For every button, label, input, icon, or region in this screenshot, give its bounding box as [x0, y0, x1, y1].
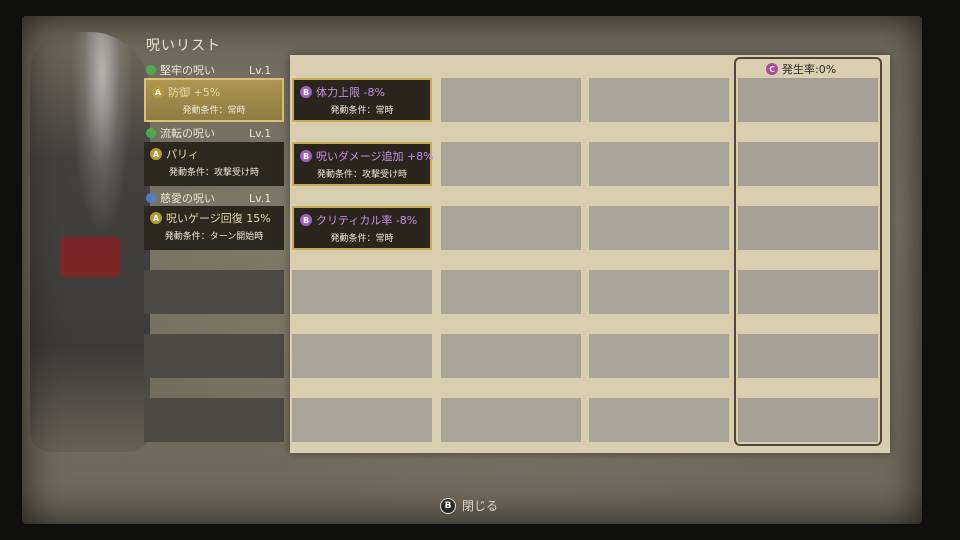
green-orb-icon [146, 65, 156, 75]
empty-slot[interactable] [738, 398, 878, 442]
empty-slot[interactable] [738, 142, 878, 186]
skill-cell-defense[interactable]: A 防御 +5% 発動条件：常時 [144, 78, 284, 122]
skill-cell-gauge-recovery[interactable]: A 呪いゲージ回復 15% 発動条件：ターン開始時 [144, 206, 284, 250]
empty-slot[interactable] [589, 270, 729, 314]
rank-b-icon: B [300, 86, 312, 98]
rank-a-icon: A [150, 212, 162, 224]
empty-slot[interactable] [441, 142, 581, 186]
b-button-icon: B [440, 497, 456, 514]
empty-slot[interactable] [144, 398, 284, 442]
rank-b-icon: B [300, 150, 312, 162]
page-title: 呪いリスト [146, 38, 221, 54]
rank-a-icon: A [150, 148, 162, 160]
empty-slot[interactable] [589, 334, 729, 378]
empty-slot[interactable] [738, 78, 878, 122]
empty-slot[interactable] [589, 206, 729, 250]
curse-cell[interactable]: B 体力上限 -8% 発動条件：常時 [292, 78, 432, 122]
empty-slot[interactable] [589, 398, 729, 442]
empty-slot[interactable] [292, 398, 432, 442]
empty-slot[interactable] [441, 206, 581, 250]
empty-slot[interactable] [589, 78, 729, 122]
empty-slot[interactable] [738, 334, 878, 378]
group-header-1: 堅牢の呪い Lv.1 [146, 62, 271, 78]
skill-cell-parry[interactable]: A パリィ 発動条件：攻撃受け時 [144, 142, 284, 186]
empty-slot[interactable] [738, 206, 878, 250]
empty-slot[interactable] [589, 142, 729, 186]
empty-slot[interactable] [441, 78, 581, 122]
empty-slot[interactable] [292, 270, 432, 314]
empty-slot[interactable] [292, 334, 432, 378]
rank-b-icon: B [300, 214, 312, 226]
rank-c-icon: C [766, 63, 778, 75]
group-header-3: 慈愛の呪い Lv.1 [146, 190, 271, 206]
empty-slot[interactable] [441, 334, 581, 378]
close-button[interactable]: B 閉じる [440, 497, 498, 514]
empty-slot[interactable] [738, 270, 878, 314]
curse-cell[interactable]: B 呪いダメージ追加 +8% 発動条件：攻撃受け時 [292, 142, 434, 186]
character-armor-accent [60, 237, 120, 277]
character-portrait [30, 32, 150, 452]
green-orb-icon [146, 128, 156, 138]
empty-slot[interactable] [441, 270, 581, 314]
rank-a-icon: A [152, 86, 164, 98]
blue-orb-icon [146, 193, 156, 203]
curse-cell[interactable]: B クリティカル率 -8% 発動条件：常時 [292, 206, 432, 250]
empty-slot[interactable] [144, 334, 284, 378]
empty-slot[interactable] [144, 270, 284, 314]
empty-slot[interactable] [441, 398, 581, 442]
group-header-2: 流転の呪い Lv.1 [146, 125, 271, 141]
rate-indicator: C 発生率:0% [766, 61, 836, 77]
